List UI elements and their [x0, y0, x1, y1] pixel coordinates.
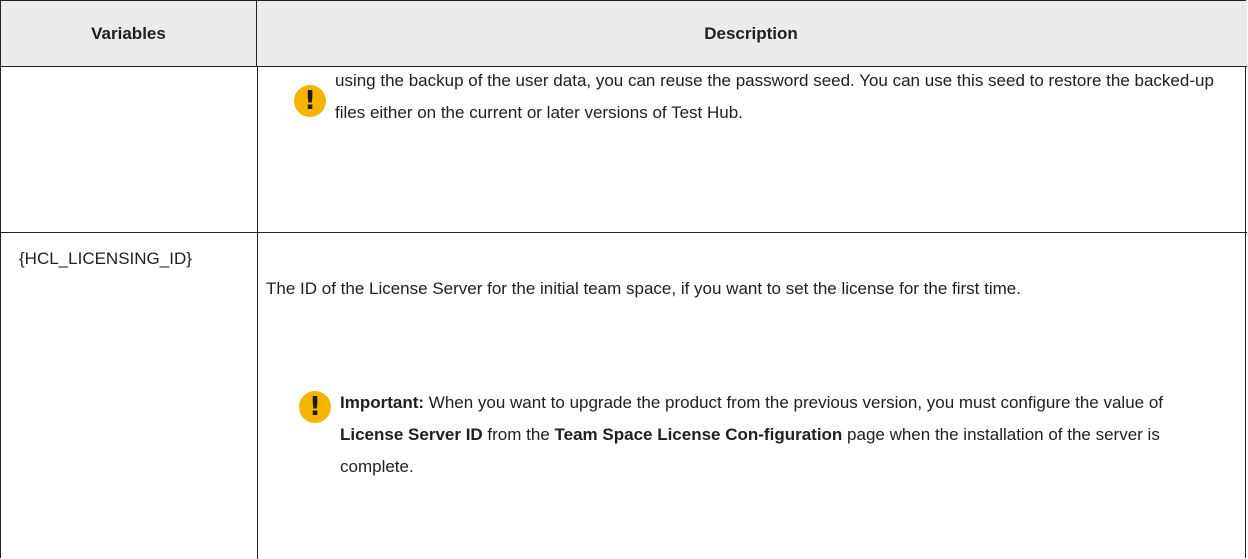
header-variables: Variables	[1, 1, 257, 67]
variable-name: {HCL_LICENSING_ID}	[19, 249, 192, 268]
important-label: Important:	[340, 393, 425, 412]
important-warning-icon: !	[299, 391, 331, 423]
header-description: Description	[704, 24, 798, 43]
column-divider	[257, 67, 258, 559]
important-text-2: from the	[482, 425, 555, 444]
important-note: Important: When you want to upgrade the …	[340, 387, 1230, 483]
row-divider	[1, 232, 1247, 233]
table-header-row: Variables Description	[1, 1, 1247, 67]
important-text-1: When you want to upgrade the product fro…	[424, 393, 1164, 412]
license-server-id-term: License Server ID	[340, 425, 483, 444]
variable-description: The ID of the License Server for the ini…	[266, 279, 1021, 298]
variables-table: Variables Description ! using the backup…	[0, 0, 1247, 559]
warning-icon: !	[294, 85, 326, 117]
note-continuation-text: using the backup of the user data, you c…	[335, 71, 1214, 122]
team-space-license-configuration-term: Team Space License Con-figuration	[554, 425, 843, 444]
